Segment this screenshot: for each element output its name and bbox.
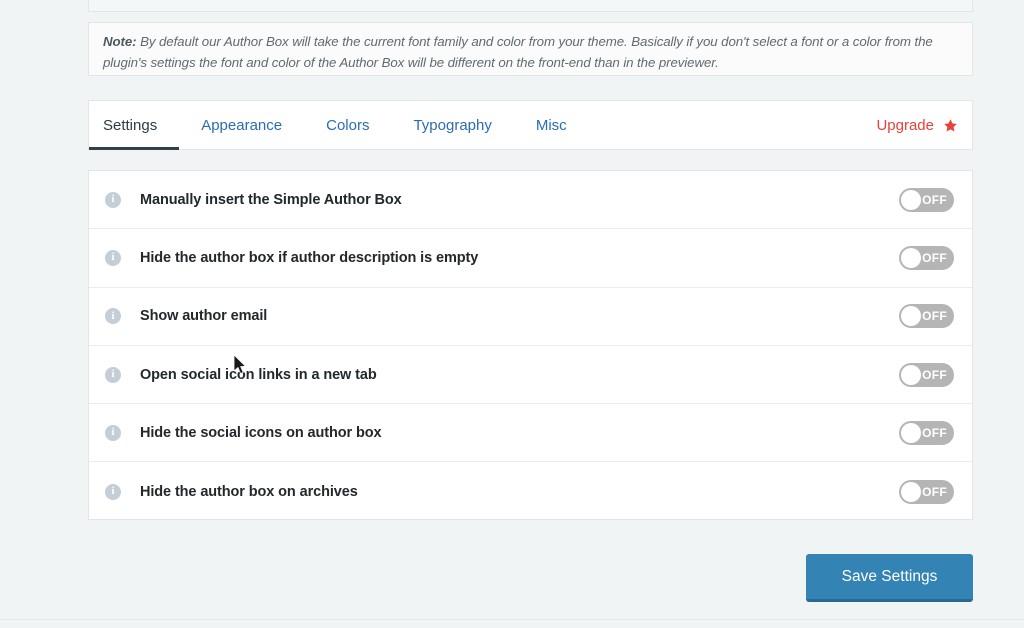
tab-colors[interactable]: Colors bbox=[304, 101, 391, 149]
tab-misc[interactable]: Misc bbox=[514, 101, 589, 149]
info-icon[interactable]: i bbox=[105, 366, 121, 383]
info-icon[interactable]: i bbox=[105, 483, 121, 500]
toggle-knob bbox=[901, 422, 921, 443]
tab-typography-label: Typography bbox=[413, 116, 492, 134]
setting-label: Hide the author box if author descriptio… bbox=[140, 249, 479, 266]
toggle-knob bbox=[901, 364, 921, 385]
setting-row: i Hide the social icons on author box OF… bbox=[89, 404, 972, 463]
setting-label: Hide the social icons on author box bbox=[140, 424, 382, 441]
upgrade-link[interactable]: Upgrade bbox=[876, 117, 934, 134]
settings-tab-bar: Settings Appearance Colors Typography Mi… bbox=[88, 100, 973, 150]
tab-typography[interactable]: Typography bbox=[391, 101, 513, 149]
toggle-manual-insert[interactable]: OFF bbox=[899, 187, 954, 212]
setting-row: i Open social icon links in a new tab OF… bbox=[89, 346, 972, 405]
note-label: Note: bbox=[103, 34, 137, 49]
toggle-hide-social-icons[interactable]: OFF bbox=[899, 420, 954, 445]
toggle-hide-on-archives[interactable]: OFF bbox=[899, 479, 954, 504]
note-body: By default our Author Box will take the … bbox=[103, 34, 933, 70]
settings-list-panel: i Manually insert the Simple Author Box … bbox=[88, 170, 973, 520]
info-icon[interactable]: i bbox=[105, 249, 121, 266]
plugin-settings-page: Note: By default our Author Box will tak… bbox=[0, 0, 1024, 628]
tab-settings[interactable]: Settings bbox=[89, 101, 180, 150]
save-settings-button[interactable]: Save Settings bbox=[806, 554, 973, 602]
setting-row: i Hide the author box if author descript… bbox=[89, 229, 972, 288]
toggle-hide-empty-description[interactable]: OFF bbox=[899, 245, 954, 270]
upgrade-area: Upgrade bbox=[876, 101, 972, 149]
toggle-state: OFF bbox=[922, 425, 947, 440]
setting-row: i Manually insert the Simple Author Box … bbox=[89, 171, 972, 230]
tab-appearance[interactable]: Appearance bbox=[179, 101, 304, 149]
tab-list: Settings Appearance Colors Typography Mi… bbox=[89, 101, 876, 150]
setting-row: i Hide the author box on archives OFF bbox=[89, 462, 972, 520]
toggle-state: OFF bbox=[922, 367, 947, 382]
setting-label: Open social icon links in a new tab bbox=[140, 366, 377, 383]
toggle-open-social-new-tab[interactable]: OFF bbox=[899, 362, 954, 387]
note-panel: Note: By default our Author Box will tak… bbox=[88, 22, 973, 76]
info-icon[interactable]: i bbox=[105, 308, 121, 325]
note-text: Note: By default our Author Box will tak… bbox=[103, 31, 958, 73]
previewer-panel-stub bbox=[88, 0, 973, 12]
toggle-knob bbox=[901, 247, 921, 268]
toggle-state: OFF bbox=[922, 250, 947, 265]
toggle-knob bbox=[901, 189, 921, 210]
info-icon[interactable]: i bbox=[105, 191, 121, 208]
star-icon bbox=[943, 118, 958, 133]
setting-label: Manually insert the Simple Author Box bbox=[140, 191, 402, 208]
toggle-knob bbox=[901, 481, 921, 502]
toggle-state: OFF bbox=[922, 192, 947, 207]
info-icon[interactable]: i bbox=[105, 424, 121, 441]
tab-appearance-label: Appearance bbox=[201, 116, 283, 134]
toggle-state: OFF bbox=[922, 484, 947, 499]
toggle-knob bbox=[901, 306, 921, 327]
toggle-state: OFF bbox=[922, 309, 947, 324]
setting-label: Show author email bbox=[140, 308, 268, 325]
setting-label: Hide the author box on archives bbox=[140, 483, 358, 500]
page-bottom-divider bbox=[0, 619, 1024, 620]
setting-row: i Show author email OFF bbox=[89, 288, 972, 346]
toggle-show-author-email[interactable]: OFF bbox=[899, 304, 954, 329]
tab-colors-label: Colors bbox=[326, 116, 370, 134]
tab-settings-label: Settings bbox=[103, 116, 158, 134]
tab-misc-label: Misc bbox=[535, 116, 567, 134]
